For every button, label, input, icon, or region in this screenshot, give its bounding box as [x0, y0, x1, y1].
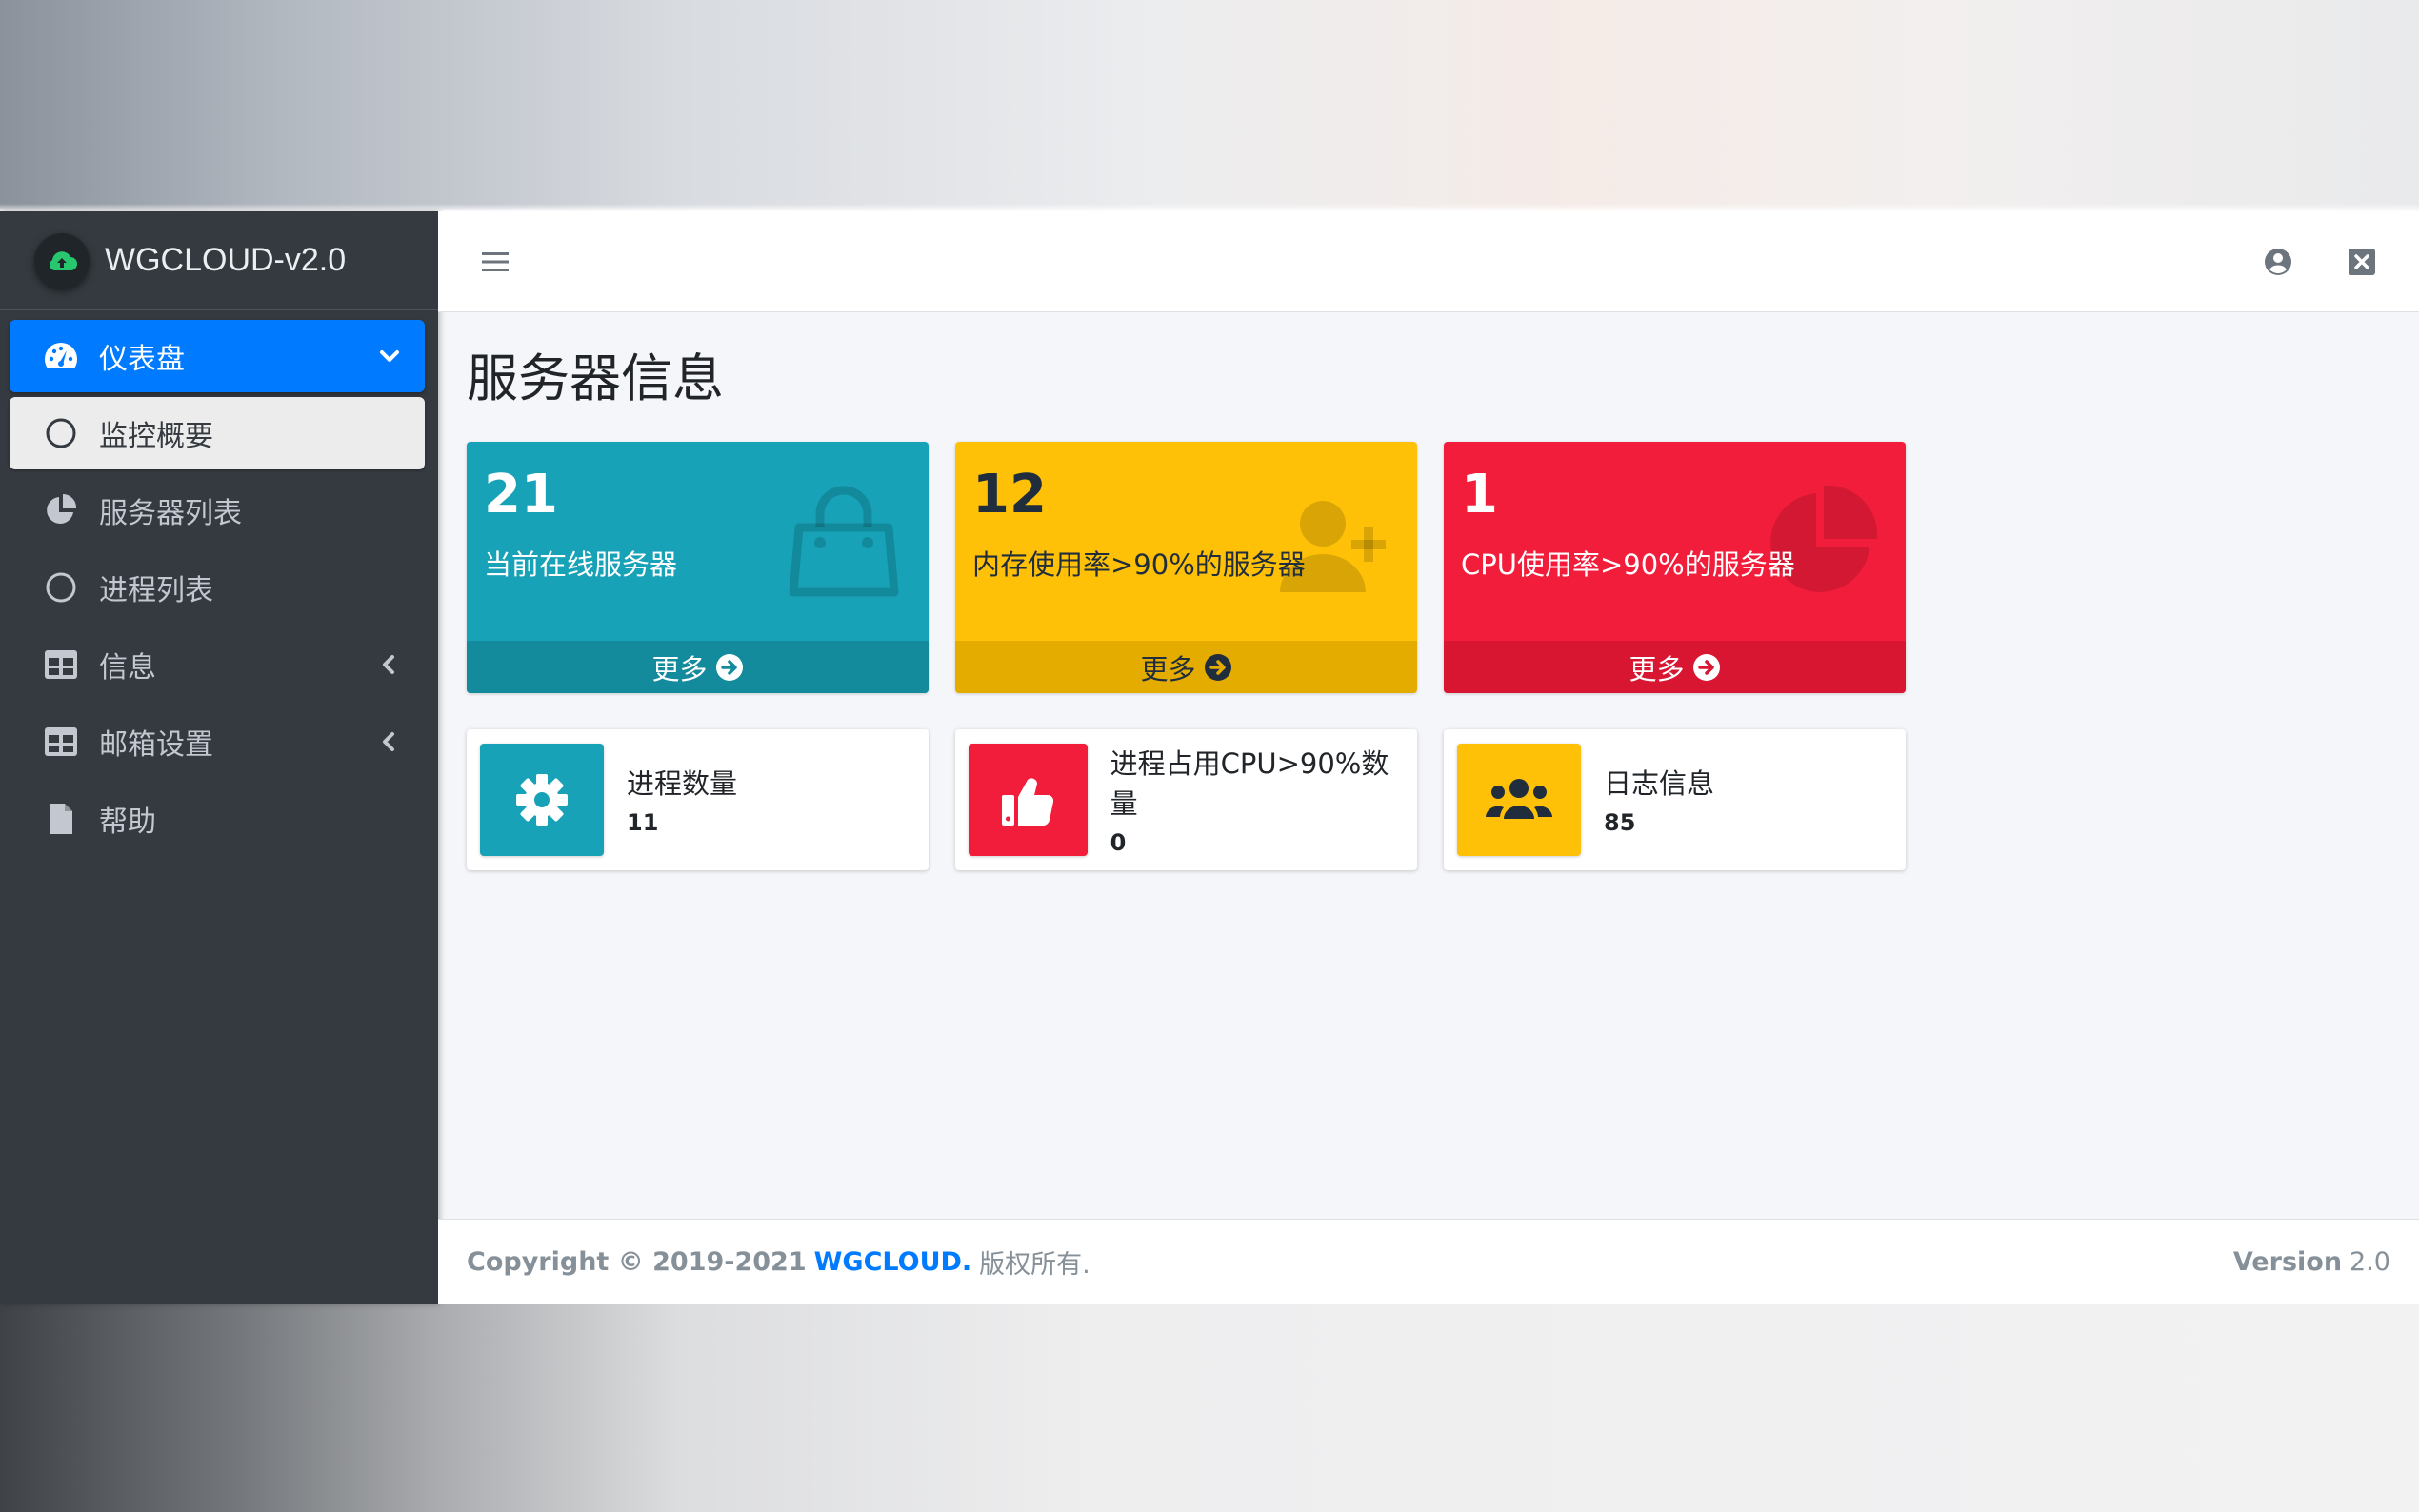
- sidebar-item-monitor-overview[interactable]: 监控概要: [10, 397, 425, 469]
- sidebar-item-label: 帮助: [99, 806, 156, 839]
- table-icon: [42, 723, 80, 761]
- sidebar-item-label: 进程列表: [99, 574, 213, 607]
- process-cpu-high-box: 进程占用CPU>90%数量 0: [955, 729, 1417, 870]
- more-info-link[interactable]: 更多: [467, 641, 929, 693]
- sidebar-item-info[interactable]: 信息: [10, 628, 425, 701]
- footer-brand-link[interactable]: WGCLOUD.: [814, 1247, 972, 1277]
- brand-text: WGCLOUD-v2.0: [105, 242, 347, 278]
- sidebar-nav: 仪表盘 监控概要 服务器列表 进程列表 信息 邮箱设置 帮助: [0, 310, 438, 855]
- footer: Copyright © 2019-2021 WGCLOUD. 版权所有. Ver…: [438, 1219, 2419, 1304]
- close-window-icon[interactable]: [2343, 243, 2381, 281]
- box-label: CPU使用率>90%的服务器: [1461, 548, 1795, 581]
- circle-icon: [42, 568, 80, 607]
- sidebar: WGCLOUD-v2.0 仪表盘 监控概要 服务器列表 进程列表 信息 邮箱设置…: [0, 211, 438, 1304]
- sidebar-item-dashboard[interactable]: 仪表盘: [10, 320, 425, 392]
- topbar: [438, 211, 2419, 312]
- menu-toggle-icon[interactable]: [476, 243, 514, 281]
- info-box-label: 进程占用CPU>90%数量: [1110, 747, 1389, 820]
- sidebar-item-process-list[interactable]: 进程列表: [10, 551, 425, 624]
- more-label: 更多: [651, 652, 708, 686]
- version-number: 2.0: [2349, 1247, 2390, 1277]
- info-box-row: 进程数量 11 进程占用CPU>90%数量 0 日志信息 85: [467, 729, 2390, 870]
- online-servers-box: 21 当前在线服务器 更多: [467, 442, 929, 693]
- arrow-circle-right-icon: [1204, 653, 1232, 682]
- file-icon: [42, 800, 80, 838]
- cpu-high-servers-box: 1 CPU使用率>90%的服务器 更多: [1444, 442, 1906, 693]
- cloud-logo-icon: [34, 232, 90, 288]
- box-label: 内存使用率>90%的服务器: [972, 548, 1306, 581]
- memory-high-servers-box: 12 内存使用率>90%的服务器 更多: [955, 442, 1417, 693]
- background-top: [0, 0, 2419, 211]
- version-label: Version: [2232, 1247, 2343, 1277]
- info-box-label: 进程数量: [627, 767, 738, 800]
- tachometer-icon: [42, 337, 80, 375]
- sidebar-item-label: 邮箱设置: [99, 728, 213, 762]
- app-window: WGCLOUD-v2.0 仪表盘 监控概要 服务器列表 进程列表 信息 邮箱设置…: [0, 211, 2419, 1304]
- info-box-number: 85: [1604, 809, 1636, 836]
- info-box-number: 11: [627, 809, 659, 836]
- info-box-label: 日志信息: [1604, 767, 1715, 800]
- sidebar-item-label: 服务器列表: [99, 497, 242, 530]
- sidebar-item-server-list[interactable]: 服务器列表: [10, 474, 425, 547]
- page-title: 服务器信息: [467, 348, 724, 408]
- brand-link[interactable]: WGCLOUD-v2.0: [0, 211, 438, 310]
- thumbs-up-icon: [969, 744, 1088, 856]
- info-box-number: 0: [1110, 829, 1127, 856]
- more-info-link[interactable]: 更多: [1444, 641, 1906, 693]
- shopping-bag-icon: [789, 486, 899, 597]
- chevron-down-icon: [377, 344, 402, 368]
- main-area: 服务器信息 21 当前在线服务器 更多 12 内存使用率>90%的服务器 更多 …: [438, 211, 2419, 1304]
- arrow-circle-right-icon: [1692, 653, 1721, 682]
- chevron-left-icon: [377, 729, 402, 754]
- more-label: 更多: [1140, 652, 1196, 686]
- small-box-row: 21 当前在线服务器 更多 12 内存使用率>90%的服务器 更多 1 CPU使…: [467, 442, 2390, 693]
- table-icon: [42, 646, 80, 684]
- pie-chart-icon: [1770, 485, 1878, 592]
- sidebar-item-label: 信息: [99, 651, 156, 685]
- more-label: 更多: [1629, 652, 1685, 686]
- pie-chart-icon: [42, 491, 80, 529]
- users-icon: [1457, 744, 1581, 856]
- process-count-box: 进程数量 11: [467, 729, 929, 870]
- more-info-link[interactable]: 更多: [955, 641, 1417, 693]
- content: 服务器信息 21 当前在线服务器 更多 12 内存使用率>90%的服务器 更多 …: [438, 312, 2419, 1219]
- rights-text: 版权所有.: [979, 1250, 1090, 1280]
- gear-icon: [480, 744, 604, 856]
- sidebar-item-label: 仪表盘: [99, 343, 185, 376]
- chevron-left-icon: [377, 652, 402, 677]
- user-icon[interactable]: [2259, 243, 2297, 281]
- sidebar-item-label: 监控概要: [99, 420, 213, 453]
- circle-icon: [42, 414, 80, 452]
- copyright-text: Copyright © 2019-2021: [467, 1247, 807, 1277]
- log-info-box: 日志信息 85: [1444, 729, 1906, 870]
- user-plus-icon: [1280, 501, 1386, 592]
- sidebar-item-mail-settings[interactable]: 邮箱设置: [10, 706, 425, 778]
- box-label: 当前在线服务器: [484, 548, 678, 581]
- arrow-circle-right-icon: [715, 653, 744, 682]
- sidebar-item-help[interactable]: 帮助: [10, 783, 425, 855]
- background-bottom: [0, 1304, 2419, 1512]
